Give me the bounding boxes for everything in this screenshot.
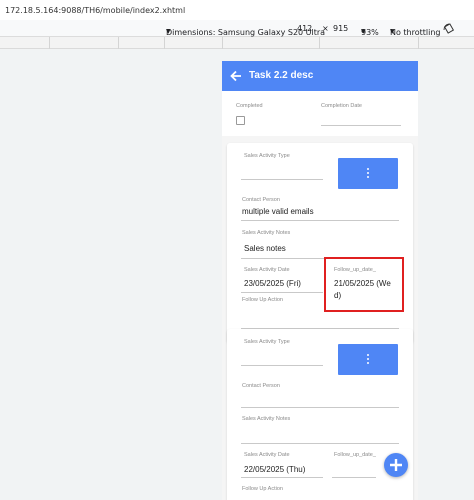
completion-date-field[interactable] (321, 125, 401, 126)
sales-activity-notes-value[interactable]: Sales notes (244, 244, 286, 253)
contact-person-value[interactable]: multiple valid emails (242, 207, 314, 216)
sales-activity-date-label: Sales Activity Date (244, 267, 290, 273)
sales-activity-card: Sales Activity Type Contact Person Sales… (227, 329, 413, 500)
contact-person-field (241, 220, 399, 221)
follow-up-date-value[interactable]: 21/05/2025 (We (334, 279, 391, 288)
device-ruler (0, 37, 474, 49)
sales-activity-type-label: Sales Activity Type (244, 339, 290, 345)
follow-up-date-label: Follow_up_date_ (334, 267, 376, 273)
completion-card: Completed Completion Date (222, 91, 418, 136)
mobile-viewport: Task 2.2 desc Completed Completion Date … (222, 61, 418, 500)
more-vert-icon (366, 168, 370, 179)
follow-up-action-label: Follow Up Action (242, 297, 283, 303)
rotate-icon[interactable] (443, 23, 455, 34)
completed-label: Completed (236, 103, 263, 109)
sales-activity-date-field (241, 292, 323, 293)
more-vert-icon (366, 354, 370, 365)
app-bar: Task 2.2 desc (222, 61, 418, 91)
sales-activity-type-field[interactable] (241, 179, 323, 180)
width-input[interactable]: 412 (297, 24, 312, 33)
sales-activity-type-field[interactable] (241, 365, 323, 366)
throttling-value: No throttling (390, 28, 441, 37)
dropdown-arrow-icon: ▼ (361, 28, 366, 35)
back-arrow-icon[interactable] (230, 70, 242, 82)
address-bar[interactable]: 172.18.5.164:9088/TH6/mobile/index2.xhtm… (0, 0, 474, 20)
times-separator: × (322, 24, 329, 33)
sales-activity-date-value[interactable]: 22/05/2025 (Thu) (244, 465, 305, 474)
sales-activity-notes-label: Sales Activity Notes (242, 416, 291, 422)
dropdown-arrow-icon: ▼ (390, 28, 395, 35)
completed-checkbox[interactable] (236, 116, 245, 125)
contact-person-field[interactable] (241, 407, 399, 408)
sales-activity-card: Sales Activity Type Contact Person multi… (227, 143, 413, 343)
follow-up-date-field[interactable] (332, 477, 376, 478)
sales-activity-notes-field (241, 258, 399, 259)
dropdown-arrow-icon: ▼ (166, 28, 171, 35)
sales-activity-notes-label: Sales Activity Notes (242, 230, 291, 236)
contact-person-label: Contact Person (242, 197, 280, 203)
sales-activity-date-value[interactable]: 23/05/2025 (Fri) (244, 279, 301, 288)
height-input[interactable]: 915 (333, 24, 348, 33)
activity-menu-button[interactable] (338, 344, 398, 375)
sales-activity-date-field (241, 477, 323, 478)
completion-date-label: Completion Date (321, 103, 362, 109)
follow-up-date-value-wrap: d) (334, 291, 342, 300)
sales-activity-type-label: Sales Activity Type (244, 153, 290, 159)
sales-activity-date-label: Sales Activity Date (244, 452, 290, 458)
device-toolbar: Dimensions: Samsung Galaxy S20 Ultra ▼ 4… (0, 20, 474, 37)
follow-up-action-label: Follow Up Action (242, 486, 283, 492)
activity-menu-button[interactable] (338, 158, 398, 189)
page-title: Task 2.2 desc (249, 70, 314, 81)
sales-activity-notes-field[interactable] (241, 443, 399, 444)
add-activity-button[interactable] (384, 453, 408, 477)
contact-person-label: Contact Person (242, 383, 280, 389)
follow-up-date-label: Follow_up_date_ (334, 452, 376, 458)
plus-icon (390, 459, 402, 471)
